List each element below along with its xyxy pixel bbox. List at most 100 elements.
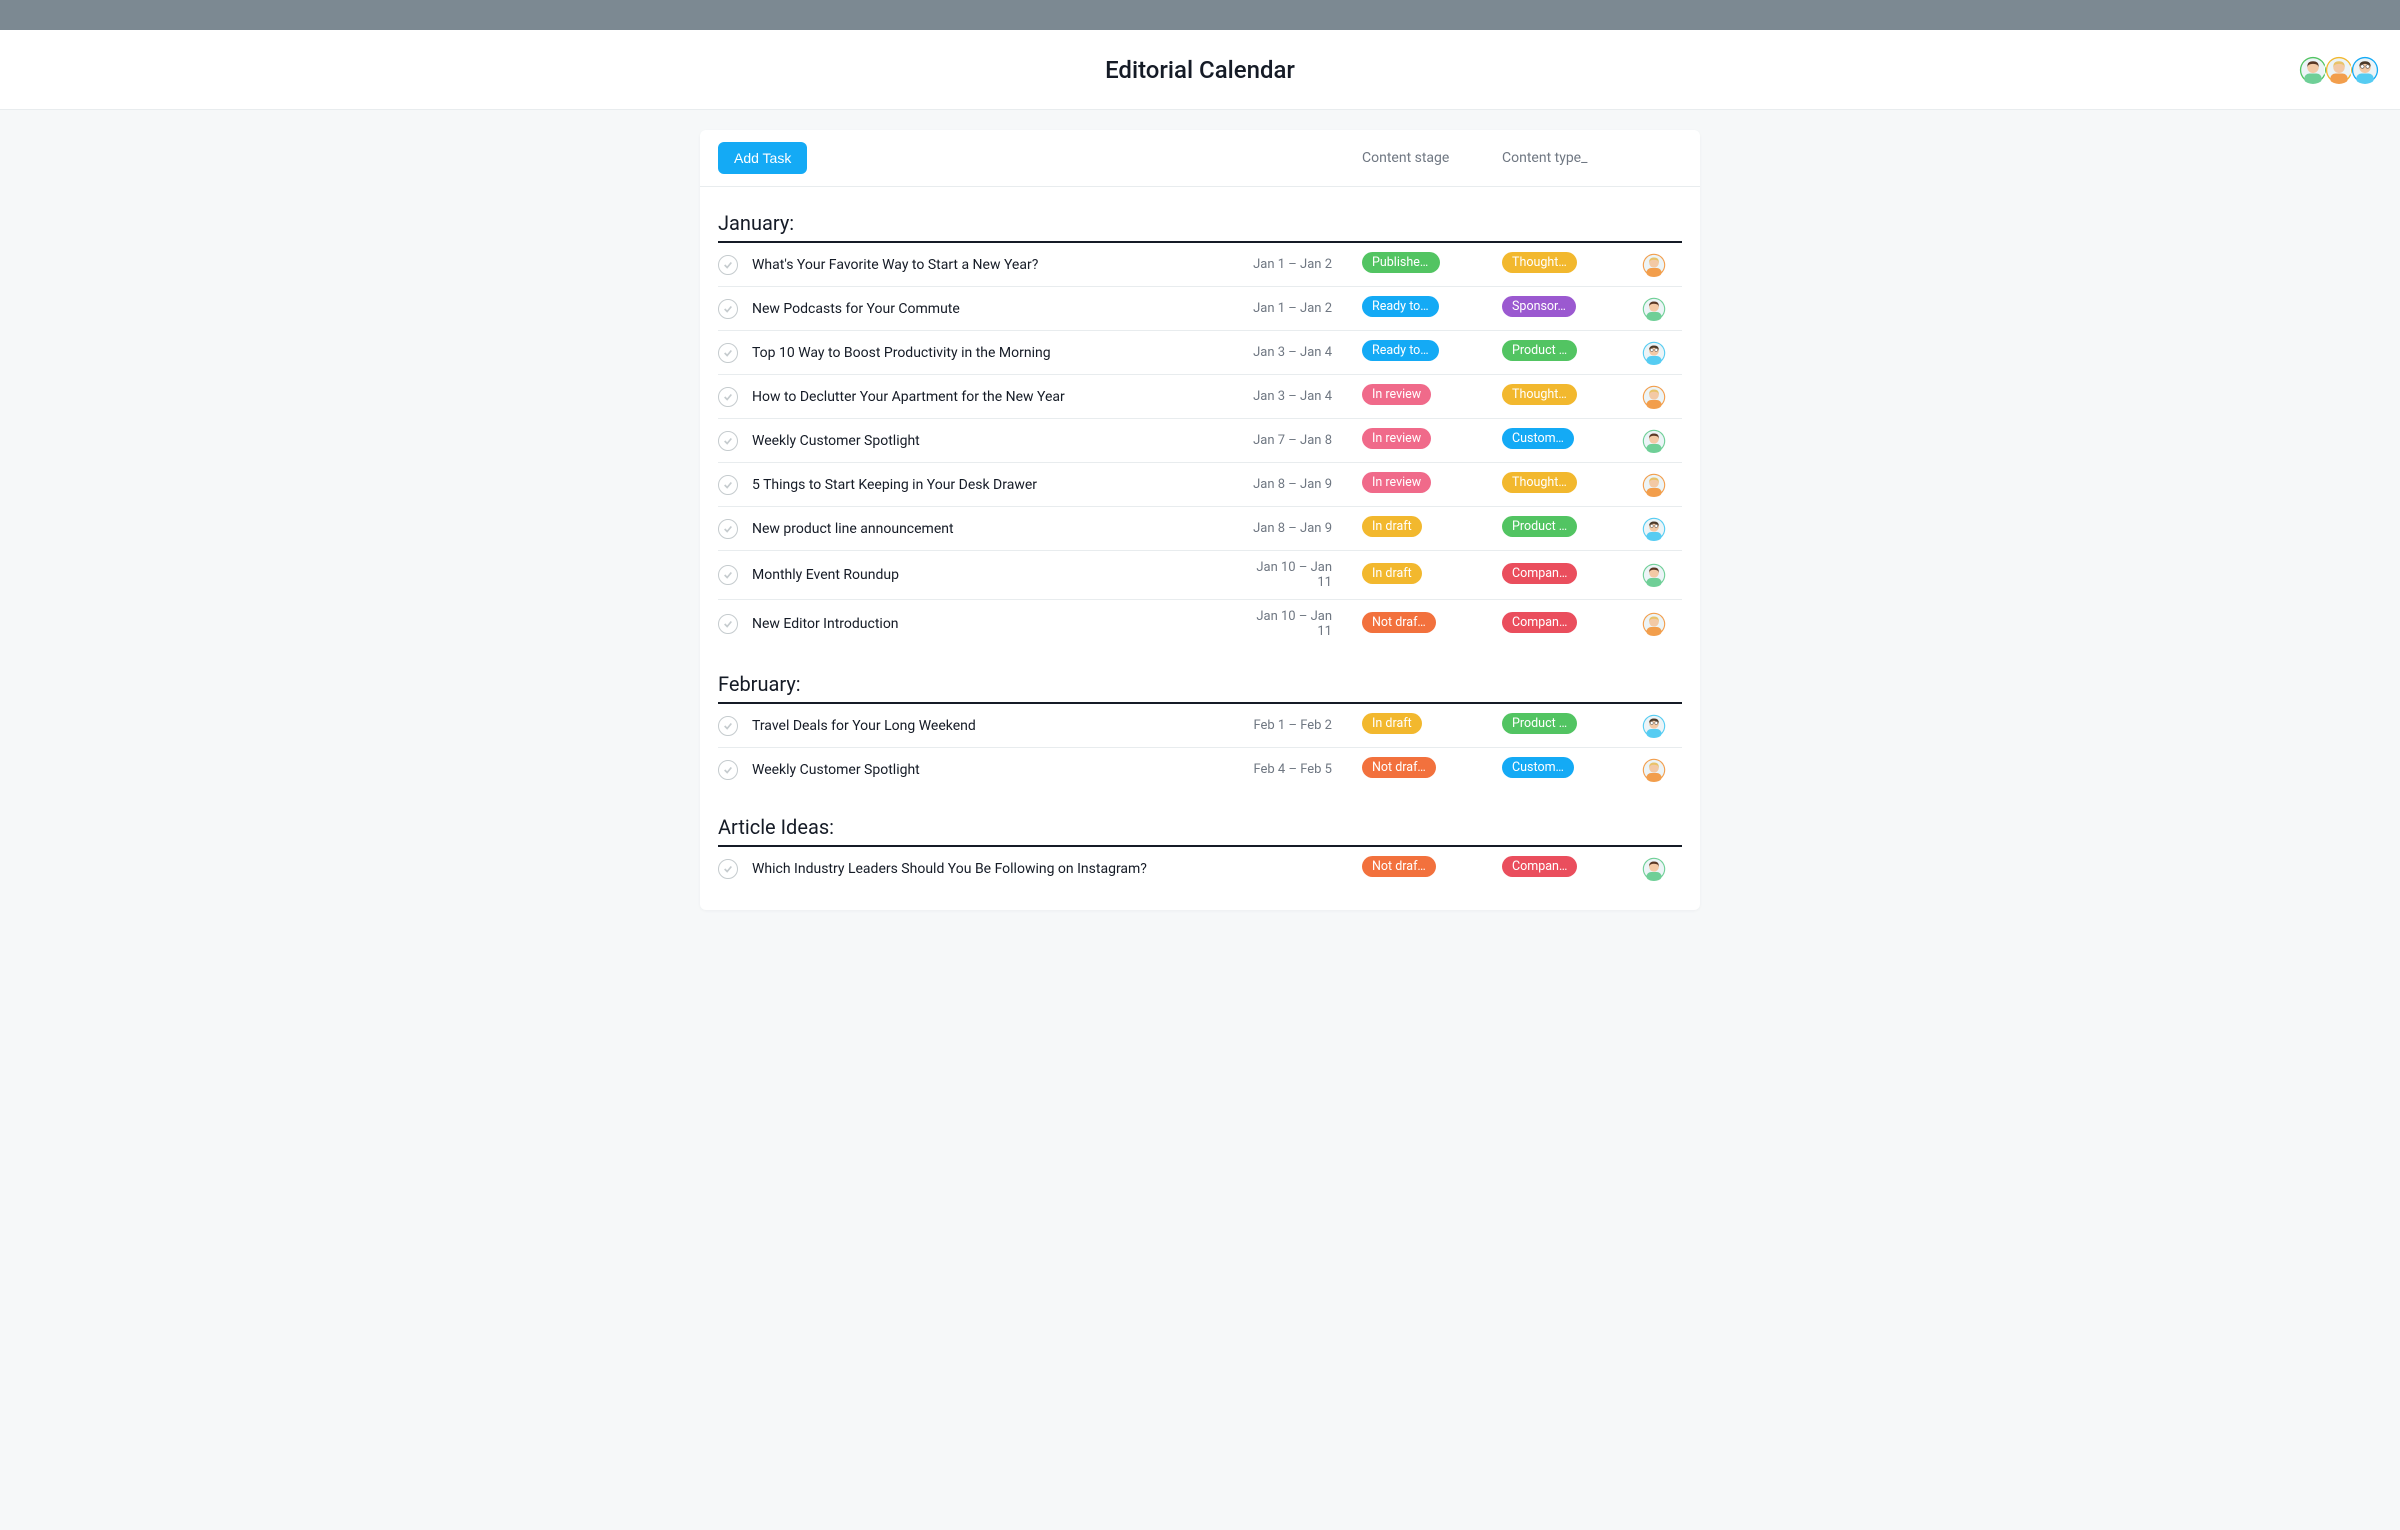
stage-tag[interactable]: Published! [1362,252,1440,273]
section-title[interactable]: January: [718,197,1682,243]
task-assignee[interactable] [1642,563,1682,587]
type-tag[interactable]: Compan… [1502,563,1577,584]
assignee-avatar[interactable] [1642,473,1666,497]
task-assignee[interactable] [1642,473,1682,497]
task-type[interactable]: Product … [1502,713,1642,738]
task-stage[interactable]: In draft [1362,516,1502,541]
task-type[interactable]: Compan… [1502,856,1642,881]
complete-check-icon[interactable] [718,431,738,451]
type-tag[interactable]: Sponsor… [1502,296,1576,317]
task-type[interactable]: Product … [1502,516,1642,541]
complete-check-icon[interactable] [718,343,738,363]
type-tag[interactable]: Thought… [1502,384,1577,405]
complete-check-icon[interactable] [718,614,738,634]
complete-check-icon[interactable] [718,387,738,407]
task-stage[interactable]: In review [1362,428,1502,453]
add-task-button[interactable]: Add Task [718,142,807,174]
task-title[interactable]: 5 Things to Start Keeping in Your Desk D… [752,477,1242,493]
task-title[interactable]: Travel Deals for Your Long Weekend [752,718,1242,734]
section-title[interactable]: Article Ideas: [718,801,1682,847]
type-tag[interactable]: Compan… [1502,612,1577,633]
complete-check-icon[interactable] [718,859,738,879]
task-title[interactable]: How to Declutter Your Apartment for the … [752,389,1242,405]
task-type[interactable]: Thought… [1502,252,1642,277]
task-row[interactable]: Monthly Event RoundupJan 10 – Jan 11In d… [718,551,1682,600]
type-tag[interactable]: Product … [1502,340,1577,361]
type-tag[interactable]: Thought… [1502,252,1577,273]
task-row[interactable]: Which Industry Leaders Should You Be Fol… [718,847,1682,890]
task-row[interactable]: New product line announcementJan 8 – Jan… [718,507,1682,551]
complete-check-icon[interactable] [718,716,738,736]
task-title[interactable]: New Podcasts for Your Commute [752,301,1242,317]
task-stage[interactable]: In draft [1362,563,1502,588]
complete-check-icon[interactable] [718,519,738,539]
assignee-avatar[interactable] [1642,714,1666,738]
task-title[interactable]: What's Your Favorite Way to Start a New … [752,257,1242,273]
complete-check-icon[interactable] [718,255,738,275]
task-assignee[interactable] [1642,857,1682,881]
section-title[interactable]: February: [718,658,1682,704]
complete-check-icon[interactable] [718,299,738,319]
task-row[interactable]: How to Declutter Your Apartment for the … [718,375,1682,419]
type-tag[interactable]: Compan… [1502,856,1577,877]
task-title[interactable]: Top 10 Way to Boost Productivity in the … [752,345,1242,361]
task-assignee[interactable] [1642,758,1682,782]
complete-check-icon[interactable] [718,475,738,495]
task-type[interactable]: Product … [1502,340,1642,365]
task-title[interactable]: New product line announcement [752,521,1242,537]
stage-tag[interactable]: Ready to… [1362,340,1439,361]
task-stage[interactable]: In review [1362,472,1502,497]
assignee-avatar[interactable] [1642,612,1666,636]
task-title[interactable]: Weekly Customer Spotlight [752,762,1242,778]
task-row[interactable]: New Editor IntroductionJan 10 – Jan 11No… [718,600,1682,648]
complete-check-icon[interactable] [718,760,738,780]
stage-tag[interactable]: Not draf… [1362,612,1436,633]
assignee-avatar[interactable] [1642,758,1666,782]
task-type[interactable]: Custom… [1502,757,1642,782]
task-row[interactable]: Top 10 Way to Boost Productivity in the … [718,331,1682,375]
column-header-stage[interactable]: Content stage [1362,150,1502,166]
task-stage[interactable]: Ready to… [1362,296,1502,321]
task-type[interactable]: Compan… [1502,612,1642,637]
task-assignee[interactable] [1642,612,1682,636]
column-header-type[interactable]: Content type_ [1502,150,1642,166]
stage-tag[interactable]: Ready to… [1362,296,1439,317]
stage-tag[interactable]: In review [1362,384,1431,405]
task-assignee[interactable] [1642,253,1682,277]
task-assignee[interactable] [1642,341,1682,365]
assignee-avatar[interactable] [1642,253,1666,277]
type-tag[interactable]: Product … [1502,713,1577,734]
stage-tag[interactable]: Not draf… [1362,757,1436,778]
task-title[interactable]: Which Industry Leaders Should You Be Fol… [752,861,1242,877]
task-row[interactable]: Weekly Customer SpotlightFeb 4 – Feb 5No… [718,748,1682,791]
task-type[interactable]: Custom… [1502,428,1642,453]
task-assignee[interactable] [1642,517,1682,541]
task-type[interactable]: Thought… [1502,384,1642,409]
task-type[interactable]: Sponsor… [1502,296,1642,321]
assignee-avatar[interactable] [1642,297,1666,321]
complete-check-icon[interactable] [718,565,738,585]
type-tag[interactable]: Thought… [1502,472,1577,493]
task-stage[interactable]: In review [1362,384,1502,409]
type-tag[interactable]: Custom… [1502,757,1574,778]
stage-tag[interactable]: In draft [1362,516,1422,537]
task-stage[interactable]: Not draf… [1362,856,1502,881]
task-assignee[interactable] [1642,297,1682,321]
stage-tag[interactable]: In review [1362,428,1431,449]
task-row[interactable]: Travel Deals for Your Long WeekendFeb 1 … [718,704,1682,748]
task-assignee[interactable] [1642,714,1682,738]
assignee-avatar[interactable] [1642,517,1666,541]
assignee-avatar[interactable] [1642,429,1666,453]
task-stage[interactable]: In draft [1362,713,1502,738]
task-row[interactable]: Weekly Customer SpotlightJan 7 – Jan 8In… [718,419,1682,463]
stage-tag[interactable]: In draft [1362,563,1422,584]
stage-tag[interactable]: In draft [1362,713,1422,734]
type-tag[interactable]: Product … [1502,516,1577,537]
task-stage[interactable]: Published! [1362,252,1502,277]
task-assignee[interactable] [1642,429,1682,453]
assignee-avatar[interactable] [1642,341,1666,365]
stage-tag[interactable]: In review [1362,472,1431,493]
collaborator-avatars[interactable] [2302,55,2380,85]
assignee-avatar[interactable] [1642,385,1666,409]
type-tag[interactable]: Custom… [1502,428,1574,449]
